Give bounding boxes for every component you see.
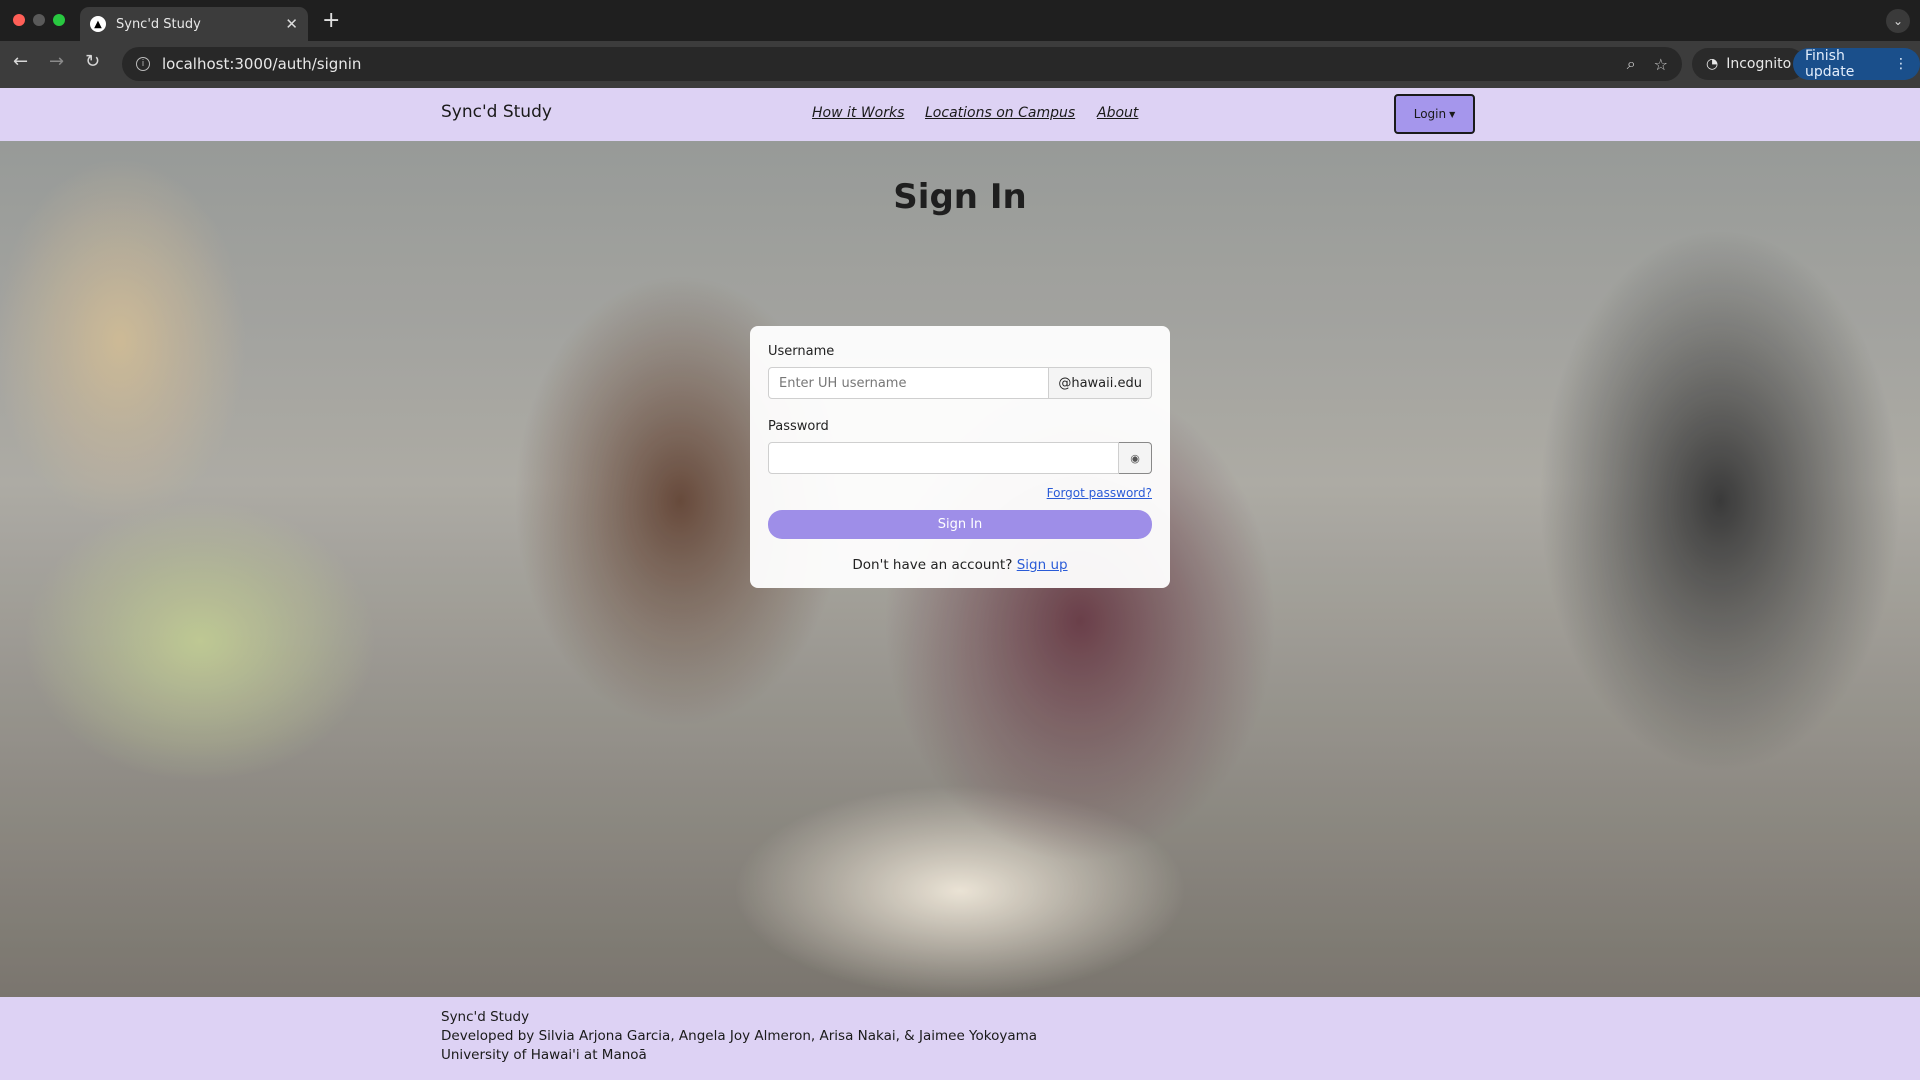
reload-icon[interactable]: ↻ bbox=[85, 51, 100, 72]
caret-down-icon: ▼ bbox=[1449, 109, 1456, 119]
browser-tab-bar: ▲ Sync'd Study ✕ + ⌄ bbox=[0, 0, 1920, 41]
new-tab-icon[interactable]: + bbox=[322, 8, 340, 33]
close-tab-icon[interactable]: ✕ bbox=[285, 15, 298, 33]
tab-search-icon[interactable]: ⌄ bbox=[1886, 9, 1910, 33]
footer-brand: Sync'd Study bbox=[441, 1009, 530, 1025]
login-label: Login bbox=[1413, 107, 1447, 121]
signin-button[interactable]: Sign In bbox=[768, 510, 1152, 539]
browser-toolbar: ← → ↻ i localhost:3000/auth/signin ⌕ ☆ ◔… bbox=[0, 41, 1920, 88]
nav-link-about[interactable]: About bbox=[1097, 105, 1138, 121]
nav-link-how-it-works[interactable]: How it Works bbox=[812, 105, 904, 121]
forward-arrow-icon[interactable]: → bbox=[49, 51, 64, 72]
more-menu-icon: ⋮ bbox=[1894, 56, 1908, 72]
address-bar[interactable]: i localhost:3000/auth/signin ⌕ ☆ bbox=[122, 47, 1682, 81]
username-label: Username bbox=[768, 344, 835, 359]
footer-university: University of Hawai'i at Manoā bbox=[441, 1047, 647, 1063]
signin-card: Username Enter UH username @hawaii.edu P… bbox=[750, 326, 1170, 588]
browser-tab[interactable]: ▲ Sync'd Study ✕ bbox=[80, 7, 308, 41]
tab-title: Sync'd Study bbox=[116, 16, 201, 32]
close-window-button[interactable] bbox=[13, 14, 25, 26]
site-footer: Sync'd Study Developed by Silvia Arjona … bbox=[0, 997, 1920, 1080]
site-info-icon[interactable]: i bbox=[136, 57, 150, 71]
url-text[interactable]: localhost:3000/auth/signin bbox=[162, 55, 1609, 73]
forgot-password-link[interactable]: Forgot password? bbox=[768, 486, 1152, 500]
footer-developers: Developed by Silvia Arjona Garcia, Angel… bbox=[441, 1028, 1038, 1044]
finish-update-button[interactable]: Finish update ⋮ bbox=[1793, 48, 1920, 80]
favicon-icon: ▲ bbox=[90, 16, 106, 32]
username-domain-suffix: @hawaii.edu bbox=[1049, 367, 1152, 399]
login-dropdown-button[interactable]: Login ▼ bbox=[1394, 94, 1475, 134]
bookmark-star-icon[interactable]: ☆ bbox=[1654, 55, 1668, 74]
signup-link[interactable]: Sign up bbox=[1017, 557, 1068, 573]
password-input-group: ◉ bbox=[768, 442, 1152, 474]
password-input[interactable] bbox=[768, 442, 1119, 474]
no-account-text: Don't have an account? bbox=[852, 557, 1013, 573]
web-page: Sync'd Study How it Works Locations on C… bbox=[0, 88, 1920, 1080]
site-brand[interactable]: Sync'd Study bbox=[441, 102, 552, 122]
nav-link-locations[interactable]: Locations on Campus bbox=[925, 105, 1075, 121]
zoom-icon[interactable]: ⌕ bbox=[1627, 54, 1636, 74]
show-password-eye-icon[interactable]: ◉ bbox=[1119, 442, 1152, 474]
incognito-indicator[interactable]: ◔ Incognito bbox=[1692, 48, 1806, 80]
password-label: Password bbox=[768, 419, 829, 434]
page-title: Sign In bbox=[893, 177, 1027, 217]
finish-update-label: Finish update bbox=[1805, 48, 1855, 80]
incognito-label: Incognito bbox=[1726, 56, 1792, 72]
back-arrow-icon[interactable]: ← bbox=[13, 51, 28, 72]
signup-prompt: Don't have an account? Sign up bbox=[768, 557, 1152, 573]
maximize-window-button[interactable] bbox=[53, 14, 65, 26]
username-input-group: Enter UH username @hawaii.edu bbox=[768, 367, 1152, 399]
minimize-window-button[interactable] bbox=[33, 14, 45, 26]
incognito-icon: ◔ bbox=[1706, 56, 1719, 72]
site-navbar: Sync'd Study How it Works Locations on C… bbox=[0, 88, 1920, 141]
hero-background-image: Sign In Username Enter UH username @hawa… bbox=[0, 141, 1920, 997]
username-input[interactable]: Enter UH username bbox=[768, 367, 1050, 399]
